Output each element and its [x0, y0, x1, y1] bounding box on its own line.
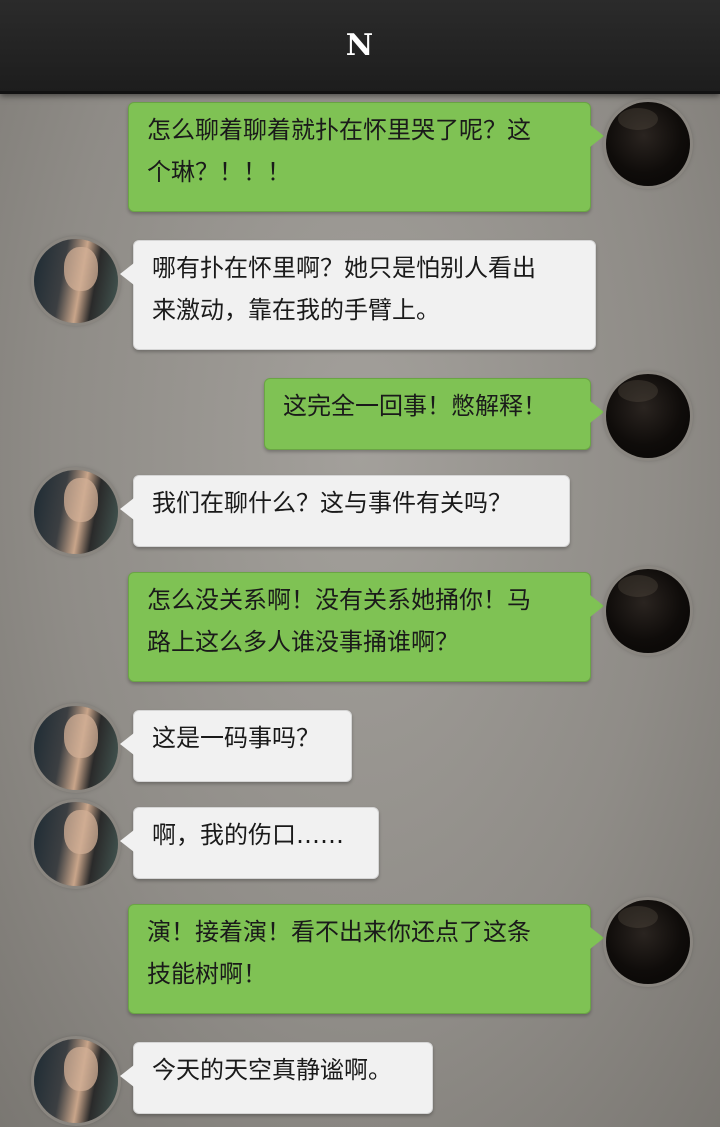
- message-bubble-received[interactable]: 哪有扑在怀里啊？她只是怕别人看出 来激动，靠在我的手臂上。: [120, 240, 596, 350]
- message-text-line: 怎么聊着聊着就扑在怀里哭了呢？这: [147, 116, 531, 144]
- message-list[interactable]: 怎么聊着聊着就扑在怀里哭了呢？这 个琳？！！！ 哪有扑在怀里啊？她只是怕别人看出…: [0, 94, 720, 1127]
- message-bubble-received[interactable]: 这是一码事吗？: [120, 710, 352, 782]
- my-avatar[interactable]: [606, 374, 690, 458]
- contact-avatar[interactable]: [34, 239, 118, 323]
- my-avatar[interactable]: [606, 900, 690, 984]
- contact-avatar[interactable]: [34, 802, 118, 886]
- contact-name: N: [345, 28, 375, 63]
- chat-header: N: [0, 0, 720, 94]
- my-avatar[interactable]: [606, 102, 690, 186]
- message-text-line: 个琳？！！！: [147, 158, 291, 186]
- message-text-line: 哪有扑在怀里啊？她只是怕别人看出: [152, 254, 536, 282]
- message-bubble-sent[interactable]: 怎么没关系啊！没有关系她捅你！马 路上这么多人谁没事捅谁啊？: [128, 572, 604, 682]
- my-avatar[interactable]: [606, 569, 690, 653]
- message-text-line: 路上这么多人谁没事捅谁啊？: [147, 628, 459, 656]
- message-text-line: 今天的天空真静谧啊。: [152, 1056, 392, 1084]
- message-text-line: 怎么没关系啊！没有关系她捅你！马: [147, 586, 531, 614]
- message-bubble-sent[interactable]: 怎么聊着聊着就扑在怀里哭了呢？这 个琳？！！！: [128, 102, 604, 212]
- message-bubble-received[interactable]: 我们在聊什么？这与事件有关吗？: [120, 475, 570, 547]
- message-text-line: 我们在聊什么？这与事件有关吗？: [152, 489, 512, 517]
- message-text-line: 啊，我的伤口……: [152, 821, 344, 849]
- contact-avatar[interactable]: [34, 706, 118, 790]
- message-text-line: 这是一码事吗？: [152, 724, 320, 752]
- contact-avatar[interactable]: [34, 470, 118, 554]
- message-text-line: 这完全一回事！憋解释！: [283, 392, 547, 420]
- message-bubble-sent[interactable]: 演！接着演！看不出来你还点了这条 技能树啊！: [128, 904, 604, 1014]
- message-bubble-received[interactable]: 啊，我的伤口……: [120, 807, 379, 879]
- message-text-line: 演！接着演！看不出来你还点了这条: [147, 918, 531, 946]
- message-bubble-sent[interactable]: 这完全一回事！憋解释！: [264, 378, 604, 450]
- message-text-line: 技能树啊！: [147, 960, 267, 988]
- message-bubble-received[interactable]: 今天的天空真静谧啊。: [120, 1042, 433, 1114]
- message-text-line: 来激动，靠在我的手臂上。: [152, 296, 440, 324]
- contact-avatar[interactable]: [34, 1039, 118, 1123]
